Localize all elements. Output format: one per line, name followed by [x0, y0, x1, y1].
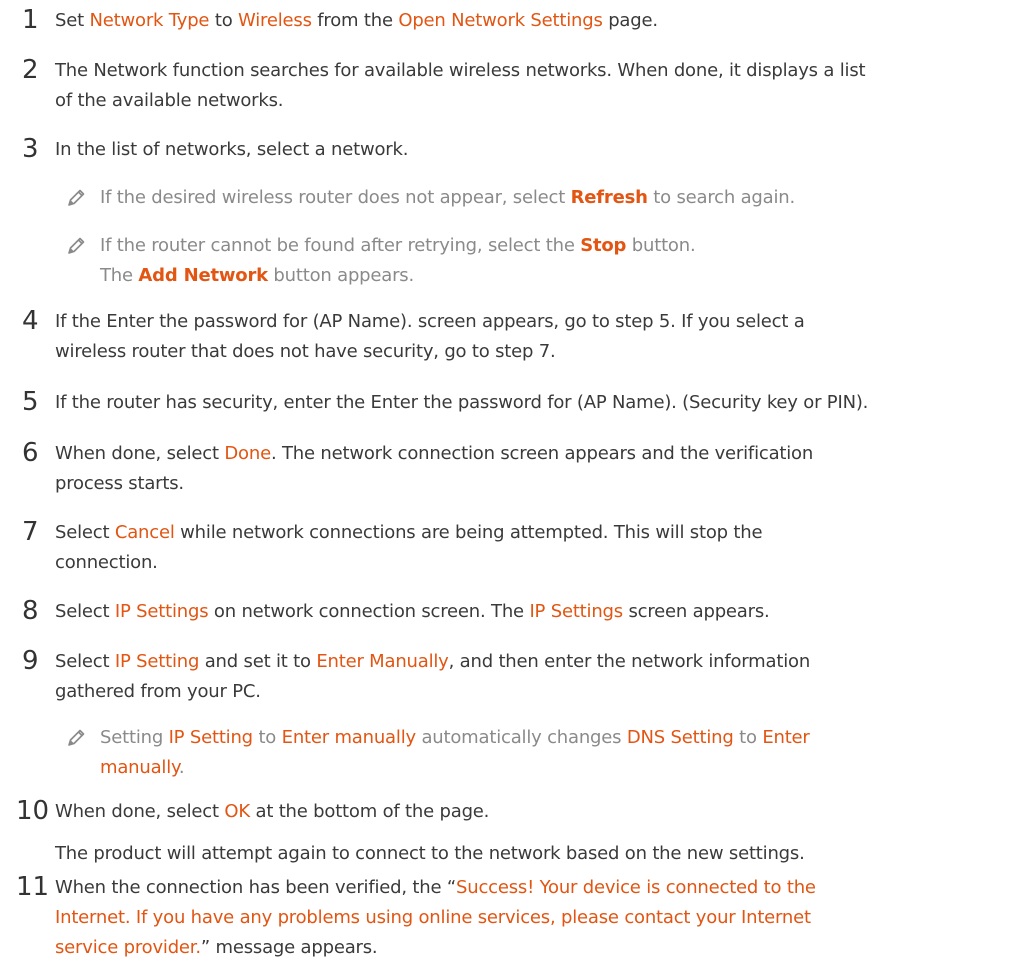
step-text: Select IP Setting and set it to Enter Ma…	[55, 651, 811, 702]
enter-manually-term: Enter Manually	[316, 651, 449, 672]
step-text: Set Network Type to Wireless from the Op…	[55, 10, 658, 31]
step-number: 5	[22, 387, 39, 417]
step-text: If the Enter the password for (AP Name).…	[55, 311, 805, 362]
step-number: 1	[22, 5, 39, 35]
step-number: 8	[22, 596, 39, 626]
step-text: When the connection has been verified, t…	[55, 873, 1005, 963]
step-number: 11	[16, 872, 50, 902]
step-number: 6	[22, 438, 39, 468]
step-number: 4	[22, 306, 39, 336]
step-number: 3	[22, 134, 39, 164]
step-text: When done, select Done. The network conn…	[55, 443, 814, 494]
ip-settings-term: IP Settings	[529, 601, 623, 622]
step-text: If the router has security, enter the En…	[55, 392, 869, 413]
ok-term: OK	[224, 801, 250, 822]
enter-manually-term: Enter	[762, 727, 810, 748]
cancel-term: Cancel	[114, 522, 175, 543]
wireless-term: Wireless	[238, 10, 312, 31]
pencil-icon	[68, 237, 85, 254]
open-network-settings-term: Open Network Settings	[398, 10, 603, 31]
ip-setting-term: IP Setting	[114, 651, 200, 672]
dns-setting-term: DNS Setting	[626, 727, 734, 748]
ip-settings-term: IP Settings	[114, 601, 209, 622]
ip-setting-term: IP Setting	[168, 727, 254, 748]
step-text: The Network function searches for availa…	[55, 60, 866, 111]
step-number: 7	[22, 517, 39, 547]
step-number: 2	[22, 55, 39, 85]
pencil-icon	[68, 729, 85, 746]
network-type-term: Network Type	[89, 10, 210, 31]
success-message: service provider.	[55, 937, 201, 958]
done-term: Done	[224, 443, 271, 464]
refresh-term: Refresh	[570, 187, 648, 208]
note-text: If the router cannot be found after retr…	[100, 235, 696, 286]
enter-manually-term: Enter manually	[281, 727, 417, 748]
enter-manually-term: manually	[100, 757, 179, 778]
instruction-page: 1 Set Network Type to Wireless from the …	[0, 0, 1020, 958]
note-text: If the desired wireless router does not …	[100, 187, 795, 208]
stop-term: Stop	[580, 235, 627, 256]
success-message: Internet. If you have any problems using…	[55, 907, 811, 928]
pencil-icon	[68, 189, 85, 206]
add-network-term: Add Network	[138, 265, 268, 286]
step-text: In the list of networks, select a networ…	[55, 139, 409, 160]
step-number: 10	[16, 796, 50, 826]
step-text: Select Cancel while network connections …	[55, 522, 763, 573]
step-text: When done, select OK at the bottom of th…	[55, 801, 805, 864]
step-number: 9	[22, 646, 39, 676]
success-message: Success! Your device is connected to the	[456, 877, 816, 898]
step-text: Select IP Settings on network connection…	[55, 601, 770, 622]
note-text: Setting IP Setting to Enter manually aut…	[100, 727, 810, 778]
